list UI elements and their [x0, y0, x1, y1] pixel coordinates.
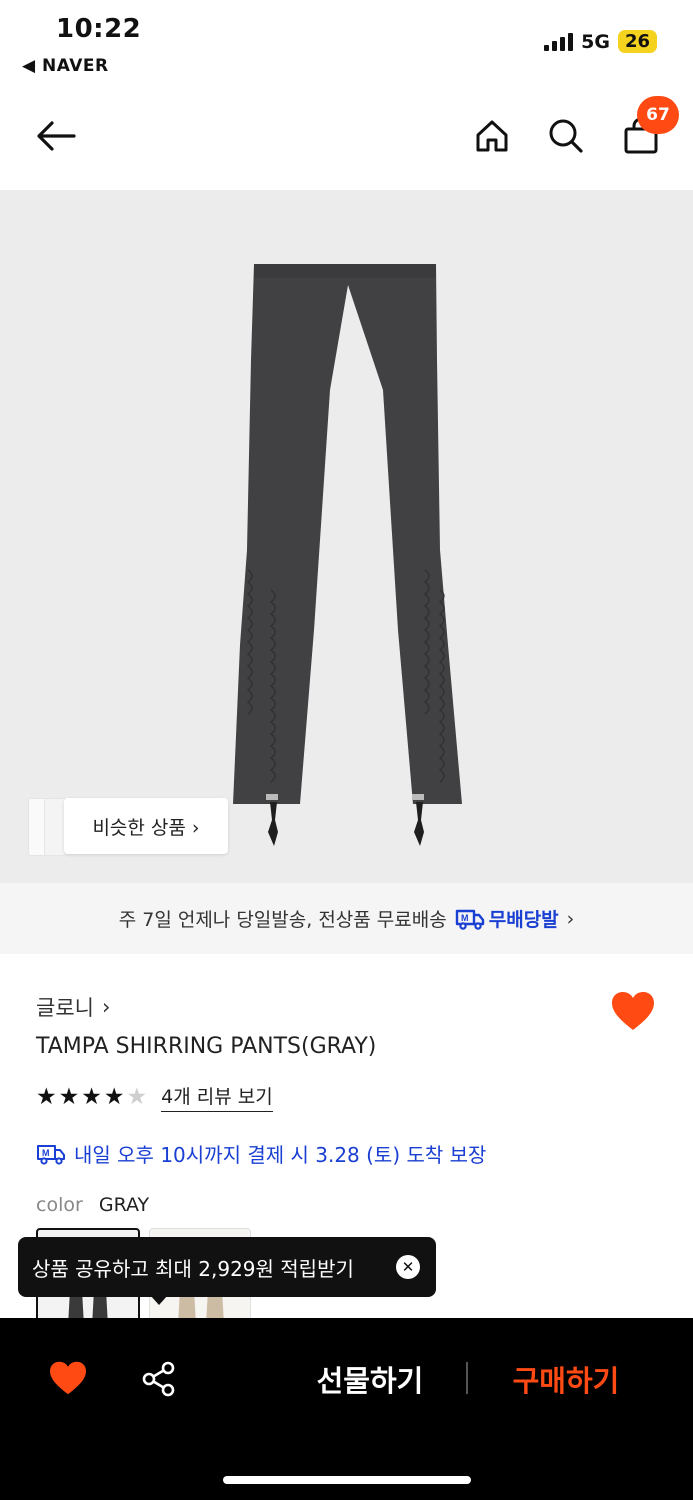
share-reward-tooltip: 상품 공유하고 최대 2,929원 적립받기 ✕ — [18, 1237, 436, 1297]
home-indicator[interactable] — [223, 1476, 471, 1484]
button-divider — [466, 1362, 468, 1394]
color-option-row: color GRAY — [36, 1194, 149, 1216]
share-icon[interactable] — [140, 1360, 178, 1402]
reviews-link[interactable]: 4개 리뷰 보기 — [161, 1082, 273, 1112]
free-shipping-brand: M 무배당발 — [455, 905, 559, 932]
gift-button[interactable]: 선물하기 — [300, 1358, 440, 1400]
star-filled-icon: ★ — [103, 1084, 125, 1110]
star-filled-icon: ★ — [58, 1084, 80, 1110]
brand-link[interactable]: 글로니 › — [36, 992, 110, 1022]
cart-count-badge: 67 — [637, 96, 679, 134]
star-filled-icon: ★ — [81, 1084, 102, 1110]
svg-text:M: M — [461, 913, 469, 923]
shipping-text: 주 7일 언제나 당일발송, 전상품 무료배송 — [118, 909, 447, 931]
tooltip-arrow — [150, 1295, 168, 1305]
back-to-app-link[interactable]: ◀ NAVER — [22, 56, 109, 76]
chevron-right-icon: › — [101, 995, 111, 1019]
status-time: 10:22 — [56, 14, 142, 44]
close-icon[interactable]: ✕ — [396, 1255, 420, 1279]
svg-text:M: M — [42, 1148, 50, 1158]
color-value: GRAY — [98, 1194, 150, 1216]
tooltip-text: 상품 공유하고 최대 2,929원 적립받기 — [32, 1256, 354, 1281]
rating-row: ★ ★ ★ ★ ★ 4개 리뷰 보기 — [36, 1082, 273, 1112]
delivery-guarantee: M 내일 오후 10시까지 결제 시 3.28 (토) 도착 보장 — [36, 1139, 486, 1168]
battery-indicator: 26 — [617, 30, 657, 53]
favorite-heart-icon[interactable] — [610, 990, 656, 1036]
star-filled-icon: ★ — [36, 1084, 57, 1110]
brand-label: 무배당발 — [488, 909, 559, 931]
search-icon[interactable] — [542, 112, 590, 160]
status-indicators: 5G 26 — [544, 30, 657, 53]
shipping-banner[interactable]: 주 7일 언제나 당일발송, 전상품 무료배송 M 무배당발 › — [0, 883, 693, 954]
similar-thumbnails — [28, 798, 68, 856]
delivery-text: 내일 오후 10시까지 결제 시 3.28 (토) 도착 보장 — [74, 1143, 487, 1167]
star-rating: ★ ★ ★ ★ ★ — [36, 1084, 147, 1110]
home-icon[interactable] — [468, 112, 516, 160]
heart-icon[interactable] — [48, 1360, 88, 1400]
signal-icon — [544, 32, 574, 51]
star-empty-icon: ★ — [126, 1084, 148, 1110]
network-label: 5G — [581, 30, 610, 53]
back-arrow-icon[interactable] — [32, 112, 80, 160]
product-image[interactable] — [0, 190, 693, 883]
chevron-right-icon: › — [566, 907, 575, 930]
similar-products-button[interactable]: 비슷한 상품 › — [64, 798, 228, 854]
delivery-truck-icon: M — [37, 1144, 65, 1165]
bottom-action-bar — [0, 1318, 693, 1500]
product-title: TAMPA SHIRRING PANTS(GRAY) — [36, 1034, 377, 1059]
brand-name: 글로니 — [36, 996, 94, 1020]
pants-illustration — [233, 264, 462, 846]
color-label: color — [36, 1194, 83, 1216]
delivery-truck-icon: M — [455, 909, 484, 930]
buy-button[interactable]: 구매하기 — [496, 1358, 636, 1400]
